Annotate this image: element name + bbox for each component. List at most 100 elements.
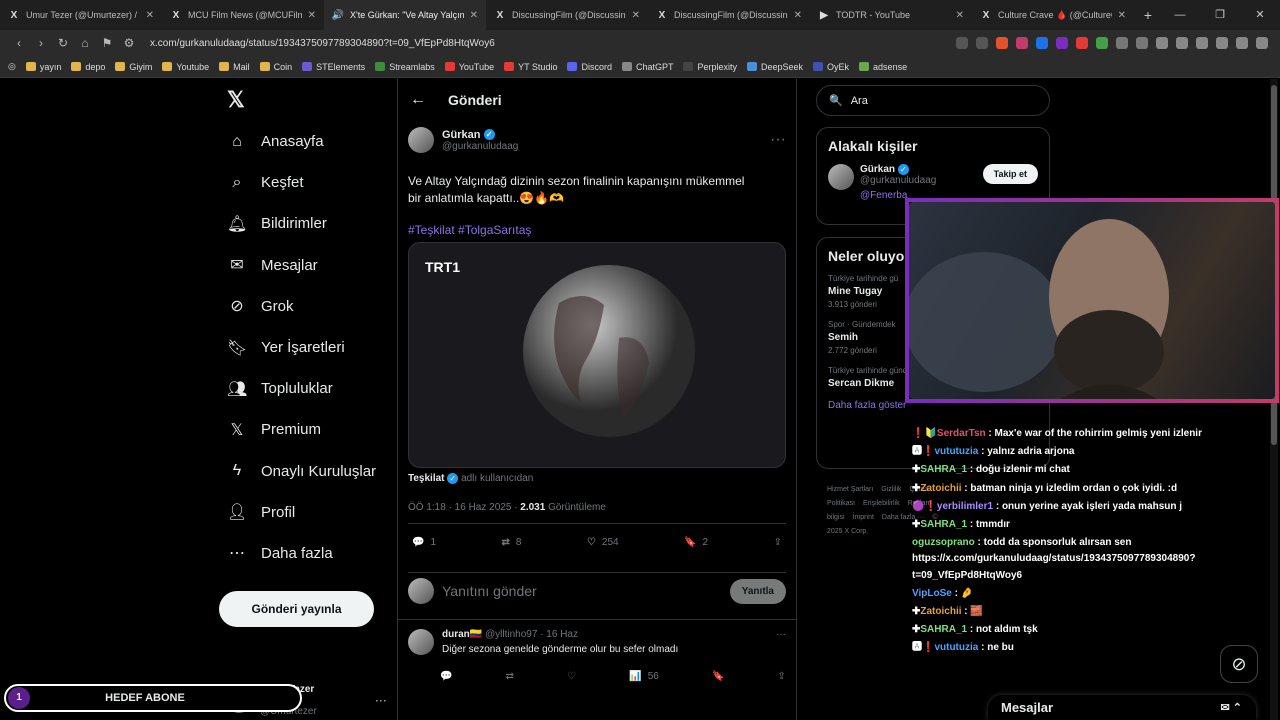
bookmark-item[interactable]: Giyim xyxy=(115,62,152,72)
footer-link[interactable]: Gizlilik xyxy=(881,486,901,493)
relevant-name[interactable]: Gürkan xyxy=(860,164,895,175)
post-button[interactable]: Gönderi yayınla xyxy=(219,591,374,627)
nav-item[interactable]: 👥︎ Topluluklar xyxy=(227,368,376,409)
source-name[interactable]: Teşkilat xyxy=(408,473,445,484)
tab-close-icon[interactable]: ✕ xyxy=(308,10,316,21)
footer-link[interactable]: İmprint xyxy=(853,514,874,521)
share-icon[interactable]: ⇪ xyxy=(774,537,782,548)
extension-icon[interactable] xyxy=(956,37,968,49)
search-input[interactable]: Ara xyxy=(851,95,868,107)
reload-icon[interactable]: ↻ xyxy=(52,36,74,50)
forward-icon[interactable]: › xyxy=(30,36,52,50)
site-settings-icon[interactable]: ⚙ xyxy=(118,36,140,50)
tweet-timestamp[interactable]: ÖÖ 1:18 · 16 Haz 2025 · xyxy=(408,502,520,513)
bookmark-item[interactable]: OyEk xyxy=(813,62,849,72)
tab-close-icon[interactable]: ✕ xyxy=(956,10,964,21)
tab-close-icon[interactable]: ✕ xyxy=(470,10,478,21)
author-name[interactable]: Gürkan xyxy=(442,129,481,141)
search-box[interactable]: 🔍 Ara xyxy=(816,85,1050,116)
extension-icon[interactable] xyxy=(976,37,988,49)
new-tab-button[interactable]: + xyxy=(1134,7,1162,23)
repost-action[interactable]: ⇄ 8 xyxy=(502,537,522,548)
avatar[interactable] xyxy=(408,629,434,655)
browser-tab[interactable]: 🔊 X'te Gürkan: "Ve Altay Yalçın... ✕ xyxy=(324,0,486,30)
brave-shield-icon[interactable] xyxy=(996,37,1008,49)
bookmark-item[interactable]: DeepSeek xyxy=(747,62,803,72)
avatar[interactable] xyxy=(828,164,854,190)
tab-close-icon[interactable]: ✕ xyxy=(632,10,640,21)
browser-tab[interactable]: ▶ TODTR - YouTube ✕ xyxy=(810,0,972,30)
messages-drawer[interactable]: Mesajlar ✉ ⌃ xyxy=(988,695,1256,720)
extension-icon[interactable] xyxy=(1076,37,1088,49)
bookmark-item[interactable]: YouTube xyxy=(444,62,494,72)
compose-message-icon[interactable]: ✉ ⌃ xyxy=(1221,701,1243,714)
url-input[interactable]: x.com/gurkanuludaag/status/1934375097789… xyxy=(150,38,956,49)
bookmark-item[interactable]: Coin xyxy=(259,62,292,72)
close-window-icon[interactable]: ✕ xyxy=(1240,0,1280,30)
bookmark-item[interactable]: Mail xyxy=(219,62,250,72)
music-icon[interactable] xyxy=(1156,37,1168,49)
bookmark-item[interactable]: adsense xyxy=(859,62,907,72)
bookmark-item[interactable]: Streamlabs xyxy=(375,62,435,72)
repost-icon[interactable]: ⇄ xyxy=(506,671,514,682)
bookmark-page-icon[interactable]: ⚑ xyxy=(96,36,118,50)
back-arrow-icon[interactable]: ← xyxy=(410,91,426,109)
bookmark-item[interactable]: STElements xyxy=(302,62,365,72)
sidebar-icon[interactable] xyxy=(1176,37,1188,49)
more-icon[interactable]: ··· xyxy=(375,693,387,707)
reply-author[interactable]: duran🇨🇴 xyxy=(442,629,482,640)
minimize-icon[interactable]: — xyxy=(1160,0,1200,30)
bookmark-action[interactable]: 🔖 2 xyxy=(684,537,708,548)
nav-item[interactable]: 𝕏 Premium xyxy=(227,409,376,450)
reply-action[interactable]: 💬 1 xyxy=(412,537,436,548)
tweet-video[interactable]: TRT1 xyxy=(408,242,786,468)
menu-icon[interactable] xyxy=(1256,37,1268,49)
author-handle[interactable]: @gurkanuludaag xyxy=(442,141,518,152)
nav-item[interactable]: ϟ Onaylı Kuruluşlar xyxy=(227,451,376,492)
follow-button[interactable]: Takip et xyxy=(982,164,1038,184)
bookmark-item[interactable]: ChatGPT xyxy=(621,62,673,72)
home-icon[interactable]: ⌂ xyxy=(74,36,96,50)
extension-icon[interactable] xyxy=(1036,37,1048,49)
share-icon[interactable]: ⇪ xyxy=(778,671,786,682)
nav-item[interactable]: ⊘ Grok xyxy=(227,286,376,327)
grok-button[interactable]: ⊘ xyxy=(1220,645,1258,683)
vpn-icon[interactable] xyxy=(1236,37,1248,49)
bookmark-item[interactable]: YT Studio xyxy=(504,62,557,72)
extension-icon[interactable] xyxy=(1116,37,1128,49)
nav-item[interactable]: 🔖︎ Yer İşaretleri xyxy=(227,327,376,368)
hashtags[interactable]: #Teşkilat #TolgaSarıtaş xyxy=(408,223,786,237)
nav-item[interactable]: ⌂ Anasayfa xyxy=(227,121,376,162)
browser-tab[interactable]: X Umur Tezer (@Umurtezer) / X ✕ xyxy=(0,0,162,30)
bookmark-item[interactable]: Perplexity xyxy=(683,62,737,72)
bookmark-item[interactable]: depo xyxy=(71,62,105,72)
tab-close-icon[interactable]: ✕ xyxy=(1118,10,1126,21)
nav-item[interactable]: 🔔︎ Bildirimler xyxy=(227,203,376,244)
extension-icon[interactable] xyxy=(1056,37,1068,49)
reply-tweet[interactable]: duran🇨🇴 @ylltinho97 · 16 Haz ··· Diğer se… xyxy=(408,629,786,682)
footer-link[interactable]: Hizmet Şartları xyxy=(827,486,873,493)
reply-icon[interactable]: 💬 xyxy=(440,671,452,682)
back-icon[interactable]: ‹ xyxy=(8,36,30,50)
nav-item[interactable]: 👤︎ Profil xyxy=(227,492,376,533)
restore-icon[interactable]: ❐ xyxy=(1200,0,1240,30)
extension-icon[interactable] xyxy=(1136,37,1148,49)
views-action[interactable]: 📊 56 xyxy=(629,671,659,682)
x-logo-icon[interactable]: 𝕏 xyxy=(227,87,245,113)
bookmark-item[interactable]: yayın xyxy=(25,62,61,72)
browser-tab[interactable]: X MCU Film News (@MCUFilmNews) / ✕ xyxy=(162,0,324,30)
browser-tab[interactable]: X DiscussingFilm (@DiscussingFilm) / X ✕ xyxy=(486,0,648,30)
nav-item[interactable]: ✉ Mesajlar xyxy=(227,245,376,286)
more-options-icon[interactable]: ··· xyxy=(776,629,786,640)
profile-icon[interactable] xyxy=(1216,37,1228,49)
reply-button[interactable]: Yanıtla xyxy=(729,578,786,604)
footer-link[interactable]: Erişilebilirlik xyxy=(863,500,900,507)
extension-icon[interactable] xyxy=(1096,37,1108,49)
tab-close-icon[interactable]: ✕ xyxy=(146,10,154,21)
relevant-handle[interactable]: @gurkanuludaag xyxy=(860,175,936,186)
reply-input[interactable]: Yanıtını gönder xyxy=(442,583,722,599)
heart-icon[interactable]: ♡ xyxy=(567,671,576,682)
nav-item[interactable]: ⌕ Keşfet xyxy=(227,162,376,203)
avatar[interactable] xyxy=(408,127,434,153)
bookmark-item[interactable]: Discord xyxy=(567,62,612,72)
